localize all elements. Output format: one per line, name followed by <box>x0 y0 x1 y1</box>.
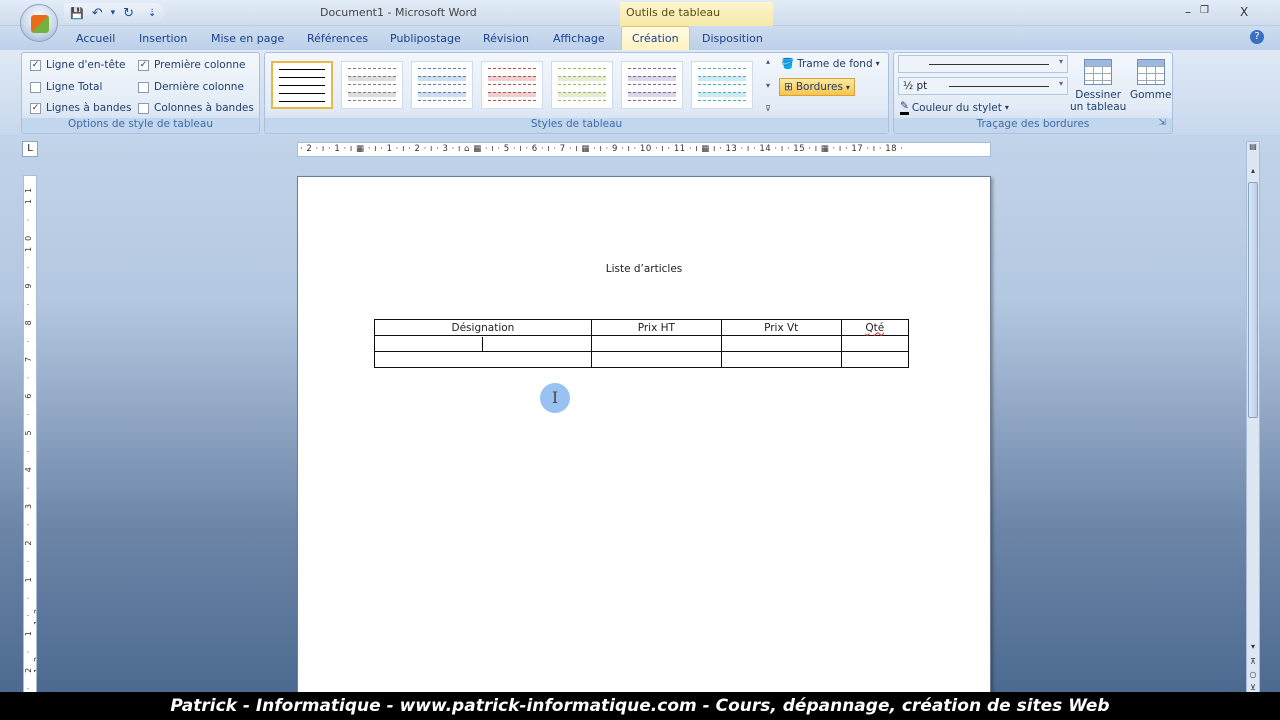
tab-mise-en-page[interactable]: Mise en page <box>211 30 284 47</box>
table-cell[interactable]: Qté <box>840 319 910 336</box>
gallery-scroll: ▴ ▾ ⊽ <box>762 57 774 113</box>
table-cell[interactable] <box>840 335 910 352</box>
undo-dropdown[interactable]: ▾ <box>111 8 116 18</box>
group-label: Options de style de tableau <box>22 118 259 133</box>
ribbon: ✓ Ligne d'en-tête Ligne Total ✓ Lignes à b… <box>0 50 1280 135</box>
table-cell[interactable] <box>590 335 722 352</box>
undo-icon[interactable]: ↶ <box>92 6 103 21</box>
context-tab-label: Outils de tableau <box>620 2 773 26</box>
office-logo-icon <box>31 15 49 33</box>
group-draw-borders: ▾ ½ pt ▾ ✎ Couleur du stylet ▾ Dessiner un t… <box>893 52 1173 134</box>
window-title: Document1 - Microsoft Word <box>320 6 477 19</box>
eraser-icon <box>1136 59 1165 85</box>
line-style-select[interactable]: ▾ <box>898 55 1068 73</box>
tab-affichage[interactable]: Affichage <box>553 30 605 47</box>
tab-publipostage[interactable]: Publipostage <box>390 30 461 47</box>
close-button[interactable]: X <box>1240 5 1248 19</box>
table-row <box>374 351 910 368</box>
group-style-options: ✓ Ligne d'en-tête Ligne Total ✓ Lignes à b… <box>21 52 260 134</box>
help-icon[interactable]: ? <box>1250 30 1264 44</box>
checkbox-banded-rows[interactable]: ✓ Lignes à bandes <box>30 102 131 114</box>
table-cell[interactable] <box>590 351 722 368</box>
table-style-swatch[interactable] <box>271 61 333 109</box>
save-icon[interactable]: 💾 <box>70 7 84 20</box>
scroll-down-button[interactable]: ▾ <box>1247 642 1259 651</box>
table-cell[interactable]: Prix HT <box>590 319 722 336</box>
ribbon-tabs: Accueil Insertion Mise en page Référence… <box>0 26 1280 50</box>
vertical-scrollbar[interactable]: ▤ ▴ ▾ ⊼ ○ ⊻ <box>1246 141 1260 696</box>
table-cell[interactable] <box>720 351 842 368</box>
tab-references[interactable]: Références <box>307 30 368 47</box>
group-label: Traçage des bordures ⇲ <box>894 118 1172 133</box>
tab-disposition[interactable]: Disposition <box>702 30 763 47</box>
group-label: Styles de tableau <box>265 118 888 133</box>
mouse-cursor-ibeam-icon: I <box>540 383 570 413</box>
table-style-swatch[interactable] <box>341 61 403 109</box>
tab-selector-button[interactable]: L <box>22 141 38 157</box>
document-workspace: L · 2 · ı · 1 · ı ▦ · ı · 1 · ı · 2 · ı … <box>0 135 1280 696</box>
next-page-button[interactable]: ⊻ <box>1247 683 1259 692</box>
horizontal-ruler[interactable]: · 2 · ı · 1 · ı ▦ · ı · 1 · ı · 2 · ı · … <box>297 142 991 157</box>
table-cell[interactable]: Prix Vt <box>720 319 842 336</box>
table-row <box>374 335 910 352</box>
ruler-toggle-icon[interactable]: ▤ <box>1247 142 1259 151</box>
pen-color-button[interactable]: ✎ Couleur du stylet ▾ <box>900 100 1009 115</box>
table-style-swatch[interactable] <box>691 61 753 109</box>
pen-icon: ✎ <box>900 100 909 115</box>
tab-creation[interactable]: Création <box>621 26 690 50</box>
office-button[interactable] <box>20 4 58 42</box>
tab-accueil[interactable]: Accueil <box>76 30 115 47</box>
text-caret <box>482 336 484 351</box>
paint-bucket-icon: 🪣 <box>781 58 795 70</box>
table-cell[interactable]: Désignation <box>374 319 592 336</box>
tab-revision[interactable]: Révision <box>483 30 529 47</box>
checkbox-total-row[interactable]: Ligne Total <box>30 81 102 93</box>
scroll-thumb[interactable] <box>1248 182 1258 418</box>
table-style-swatch[interactable] <box>621 61 683 109</box>
table-cell[interactable] <box>720 335 842 352</box>
group-table-styles: ▴ ▾ ⊽ 🪣 Trame de fond ▾ ⊞ Bordures ▾ Styles … <box>264 52 889 134</box>
dialog-launcher-icon[interactable]: ⇲ <box>1158 118 1166 128</box>
quick-access-toolbar: 💾 ↶ ▾ ↻ ⇣ <box>64 3 164 23</box>
title-bar: 💾 ↶ ▾ ↻ ⇣ Document1 - Microsoft Word Out… <box>0 0 1280 26</box>
eraser-button[interactable]: Gomme <box>1130 59 1171 101</box>
table-style-swatch[interactable] <box>551 61 613 109</box>
gallery-up-button[interactable]: ▴ <box>762 57 774 66</box>
document-page[interactable]: Liste d’articles Désignation Prix HT Pri… <box>297 176 991 696</box>
borders-button[interactable]: ⊞ Bordures ▾ <box>779 78 855 96</box>
line-weight-select[interactable]: ½ pt ▾ <box>898 77 1068 95</box>
draw-table-icon <box>1084 59 1113 85</box>
document-heading: Liste d’articles <box>605 263 683 275</box>
select-browse-object-button[interactable]: ○ <box>1247 670 1259 679</box>
table-header-row: Désignation Prix HT Prix Vt Qté <box>374 319 910 336</box>
previous-page-button[interactable]: ⊼ <box>1247 657 1259 666</box>
customize-qat-icon[interactable]: ⇣ <box>148 8 156 19</box>
checkbox-header-row[interactable]: ✓ Ligne d'en-tête <box>30 59 126 71</box>
minimize-button[interactable]: – <box>1185 5 1191 19</box>
tab-insertion[interactable]: Insertion <box>139 30 187 47</box>
table-cell[interactable] <box>374 351 592 368</box>
redo-icon[interactable]: ↻ <box>123 6 134 21</box>
table-style-swatch[interactable] <box>481 61 543 109</box>
table-cell[interactable] <box>374 335 592 352</box>
gallery-down-button[interactable]: ▾ <box>762 81 774 90</box>
gallery-more-button[interactable]: ⊽ <box>762 104 774 113</box>
scroll-up-button[interactable]: ▴ <box>1247 166 1259 175</box>
checkbox-banded-columns[interactable]: Colonnes à bandes <box>138 102 254 114</box>
checkbox-first-column[interactable]: ✓ Première colonne <box>138 59 246 71</box>
video-banner: Patrick - Informatique - www.patrick-inf… <box>0 692 1280 720</box>
restore-button[interactable]: ❐ <box>1200 5 1209 16</box>
draw-table-button[interactable]: Dessiner un tableau <box>1070 59 1126 113</box>
table-cell[interactable] <box>840 351 910 368</box>
articles-table[interactable]: Désignation Prix HT Prix Vt Qté <box>374 319 910 368</box>
shading-button[interactable]: 🪣 Trame de fond ▾ <box>781 57 880 71</box>
checkbox-last-column[interactable]: Dernière colonne <box>138 81 244 93</box>
table-style-swatch[interactable] <box>411 61 473 109</box>
borders-icon: ⊞ <box>784 81 793 93</box>
vertical-ruler[interactable]: · 2 · 1 · · 1 · 2 · 3 · 4 · 5 · 6 · 7 · … <box>23 175 37 695</box>
